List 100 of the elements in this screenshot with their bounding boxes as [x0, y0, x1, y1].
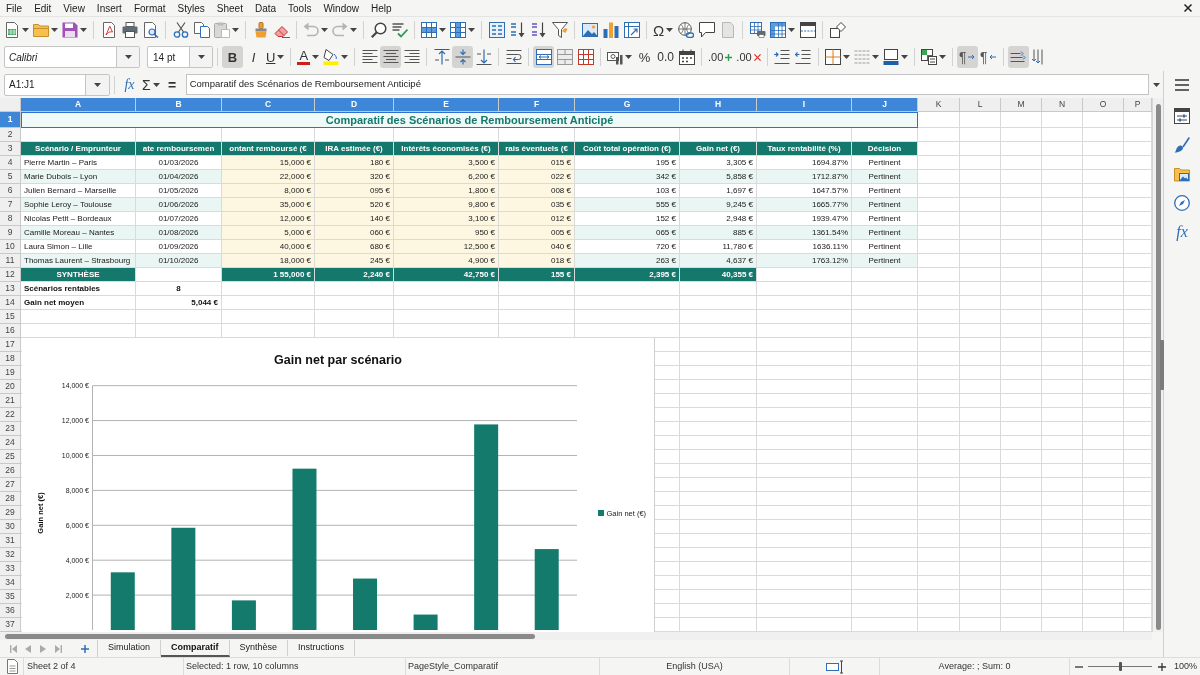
dropdown-button[interactable] [189, 47, 212, 67]
row-header[interactable]: 14 [0, 296, 21, 310]
horizontal-text-button[interactable] [1007, 46, 1029, 68]
column-header[interactable]: F [499, 98, 575, 112]
row-header[interactable]: 35 [0, 590, 21, 604]
row-header[interactable]: 28 [0, 492, 21, 506]
left-to-right-button[interactable]: ¶ [956, 46, 978, 68]
row-header[interactable]: 8 [0, 212, 21, 226]
column-header[interactable]: O [1083, 98, 1124, 112]
column-header[interactable]: N [1042, 98, 1083, 112]
column-header[interactable]: L [960, 98, 1001, 112]
column-header[interactable]: K [918, 98, 960, 112]
column-header[interactable]: D [315, 98, 394, 112]
row-header[interactable]: 20 [0, 380, 21, 394]
row-header[interactable]: 4 [0, 156, 21, 170]
row-header[interactable]: 10 [0, 240, 21, 254]
menu-item[interactable]: View [57, 0, 91, 16]
menu-item[interactable]: Tools [282, 0, 318, 16]
font-name-field[interactable]: Calibri [4, 46, 140, 68]
row-header[interactable]: 19 [0, 366, 21, 380]
close-button[interactable] [1182, 2, 1194, 14]
align-center-button[interactable] [380, 46, 402, 68]
row-header[interactable]: 32 [0, 548, 21, 562]
row-header[interactable]: 31 [0, 534, 21, 548]
sidebar-grip[interactable] [1160, 340, 1164, 390]
row-header[interactable]: 5 [0, 170, 21, 184]
formula-button[interactable]: = [161, 73, 183, 96]
row-header[interactable]: 27 [0, 478, 21, 492]
column-header[interactable]: P [1124, 98, 1152, 112]
row-header[interactable]: 34 [0, 576, 21, 590]
menu-item[interactable]: Insert [90, 0, 128, 16]
unmerge-cells-button[interactable] [575, 46, 597, 68]
bold-button[interactable]: B [222, 46, 243, 68]
row-header[interactable]: 36 [0, 604, 21, 618]
row-button[interactable] [419, 19, 448, 41]
align-middle-button[interactable] [452, 46, 474, 68]
sheet-tab[interactable]: Comparatif [161, 640, 230, 657]
italic-button[interactable]: I [243, 46, 264, 68]
row-header[interactable]: 23 [0, 422, 21, 436]
zoom-in-button[interactable] [1157, 660, 1167, 673]
row-header[interactable]: 1 [0, 112, 21, 128]
row-header[interactable]: 21 [0, 394, 21, 408]
row-header[interactable]: 11 [0, 254, 21, 268]
special-character-button[interactable]: Ω [651, 19, 676, 41]
autofilter-button[interactable] [549, 19, 570, 41]
column-button[interactable] [448, 19, 477, 41]
row-header[interactable]: 17 [0, 338, 21, 352]
horizontal-scrollbar[interactable] [0, 632, 1152, 640]
pivot-table-button[interactable] [621, 19, 642, 41]
formula-input[interactable]: Comparatif des Scénarios de Remboursement Anticipé [185, 74, 1149, 95]
percent-button[interactable]: % [634, 46, 656, 68]
sheet-tab[interactable]: Simulation [98, 640, 162, 657]
slider-thumb[interactable] [1118, 662, 1122, 671]
row-header[interactable]: 13 [0, 282, 21, 296]
menu-item[interactable]: Data [248, 0, 283, 16]
sort-button[interactable] [486, 19, 507, 41]
row-header[interactable]: 24 [0, 436, 21, 450]
right-to-left-button[interactable]: ¶ [977, 46, 999, 68]
find-replace-button[interactable] [368, 19, 389, 41]
highlight-button[interactable] [321, 46, 351, 68]
row-header[interactable]: 15 [0, 310, 21, 324]
delete-decimal-button[interactable]: .00 [734, 46, 763, 68]
print-area-button[interactable] [747, 19, 769, 41]
row-header[interactable]: 26 [0, 464, 21, 478]
menu-item[interactable]: Edit [28, 0, 58, 16]
menu-item[interactable]: Help [365, 0, 398, 16]
functions-button[interactable]: fx [1167, 217, 1197, 246]
dropdown-button[interactable] [116, 47, 139, 67]
row-header[interactable]: 16 [0, 324, 21, 338]
function-wizard-button[interactable]: fx [119, 73, 140, 96]
row-header[interactable]: 33 [0, 562, 21, 576]
menu-item[interactable]: Sheet [210, 0, 249, 16]
menu-item[interactable]: Format [127, 0, 172, 16]
scrollbar-thumb[interactable] [5, 633, 535, 639]
sum-button[interactable]: Σ [140, 73, 162, 96]
menu-item[interactable]: File [0, 0, 29, 16]
add-decimal-button[interactable]: .00 [706, 46, 735, 68]
name-box[interactable]: A1:J1 [4, 73, 110, 96]
column-header[interactable]: M [1001, 98, 1042, 112]
row-header[interactable]: 7 [0, 198, 21, 212]
scrollbar-thumb[interactable] [1155, 104, 1161, 630]
row-header[interactable]: 3 [0, 142, 21, 156]
merge-cells-button[interactable] [554, 46, 576, 68]
row-header[interactable]: 22 [0, 408, 21, 422]
split-window-button[interactable] [797, 19, 819, 41]
column-header[interactable]: J [852, 98, 918, 112]
merge-center-button[interactable] [533, 46, 555, 68]
row-header[interactable]: 25 [0, 450, 21, 464]
draw-functions-button[interactable] [827, 19, 849, 41]
copy-button[interactable] [191, 19, 212, 41]
row-header[interactable]: 30 [0, 520, 21, 534]
sheet-tab[interactable]: Synthèse [229, 640, 289, 657]
column-header[interactable]: A [21, 98, 136, 112]
column-header[interactable]: C [222, 98, 315, 112]
row-header[interactable]: 37 [0, 618, 21, 632]
underline-button[interactable]: U [264, 46, 287, 68]
row-header[interactable]: 18 [0, 352, 21, 366]
column-header[interactable]: G [575, 98, 680, 112]
menu-item[interactable]: Styles [171, 0, 211, 16]
borders-button[interactable] [822, 46, 852, 68]
